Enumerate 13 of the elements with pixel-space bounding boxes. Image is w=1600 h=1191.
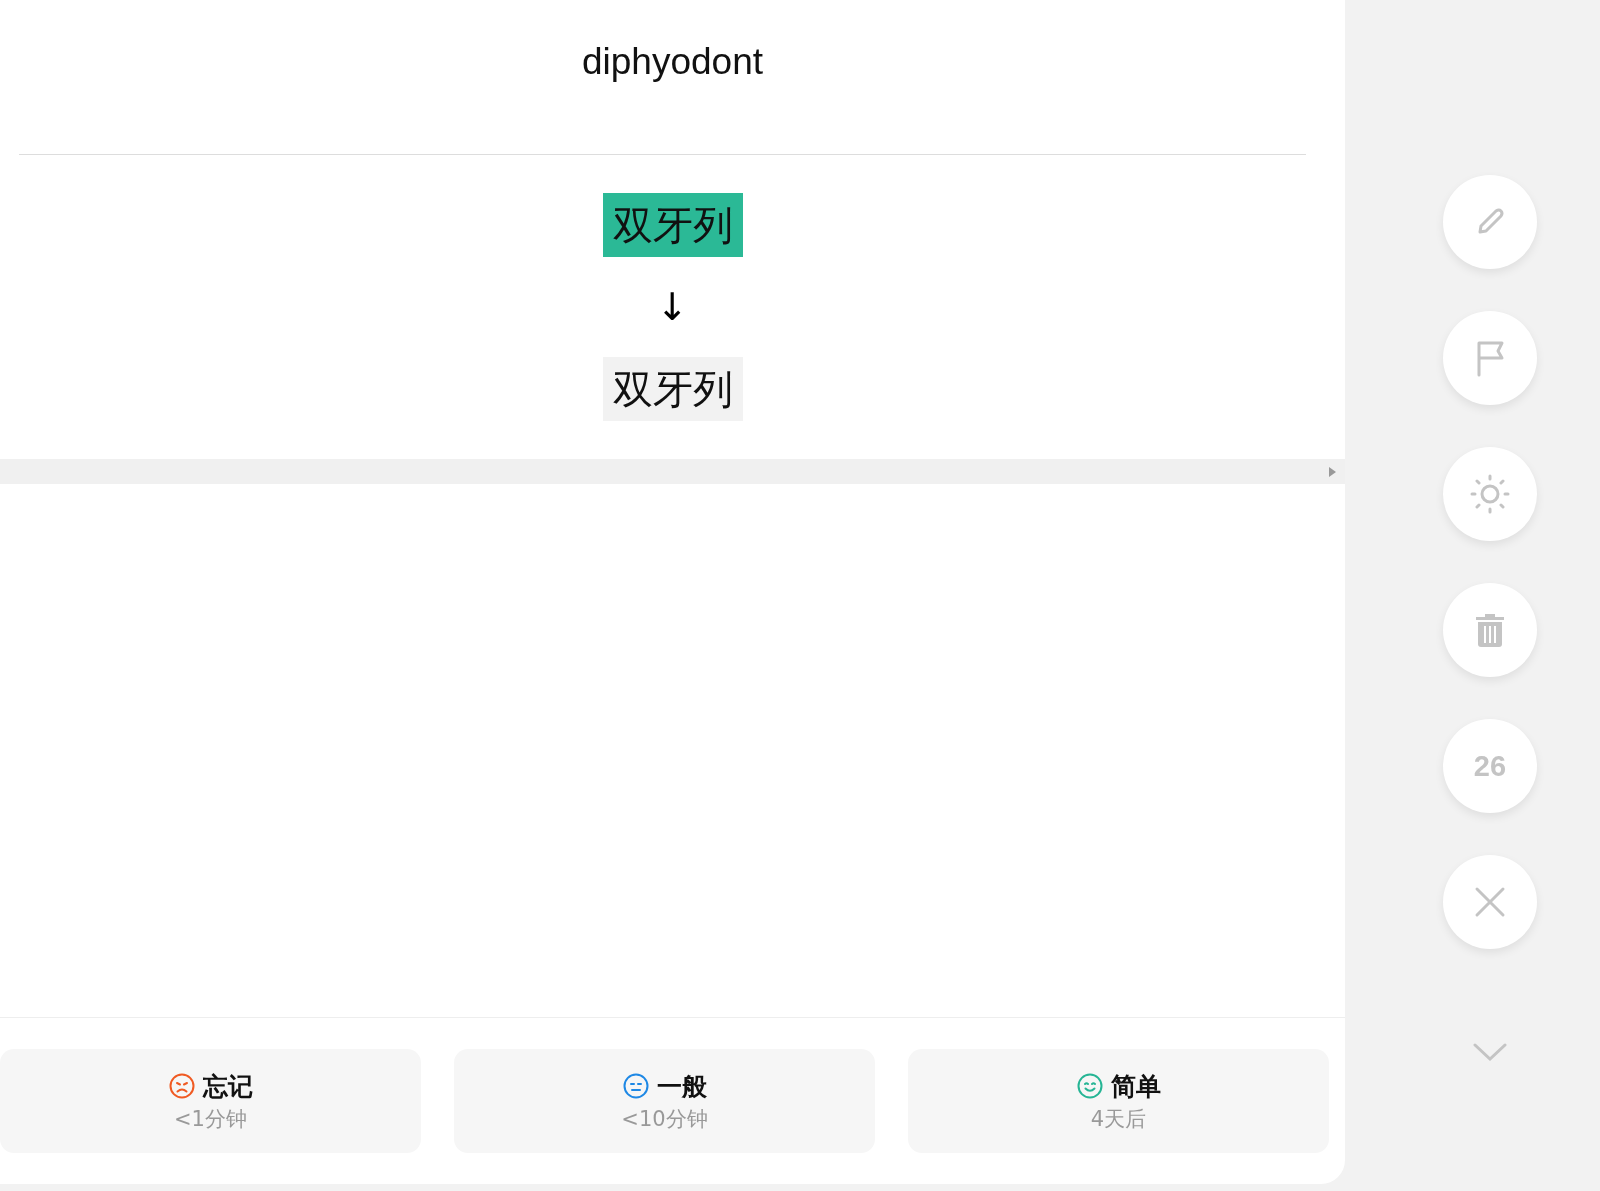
translation-text: 双牙列: [602, 357, 743, 421]
trash-icon: [1475, 612, 1505, 648]
rating-button[interactable]: 忘记 <1分钟: [0, 1049, 421, 1153]
highlighted-translation: 双牙列: [602, 193, 743, 257]
horizontal-scrollbar[interactable]: [0, 459, 1345, 484]
rating-button[interactable]: 一般 <10分钟: [454, 1049, 875, 1153]
sun-icon: [1468, 472, 1512, 516]
arrow-text: ↓: [656, 284, 689, 331]
close-icon: [1474, 886, 1506, 918]
chevron-down-icon[interactable]: [1473, 1043, 1507, 1061]
rating-button[interactable]: 简单 4天后: [908, 1049, 1329, 1153]
word-text: diphyodont: [581, 41, 763, 83]
right-arrow-icon[interactable]: [1329, 466, 1336, 477]
